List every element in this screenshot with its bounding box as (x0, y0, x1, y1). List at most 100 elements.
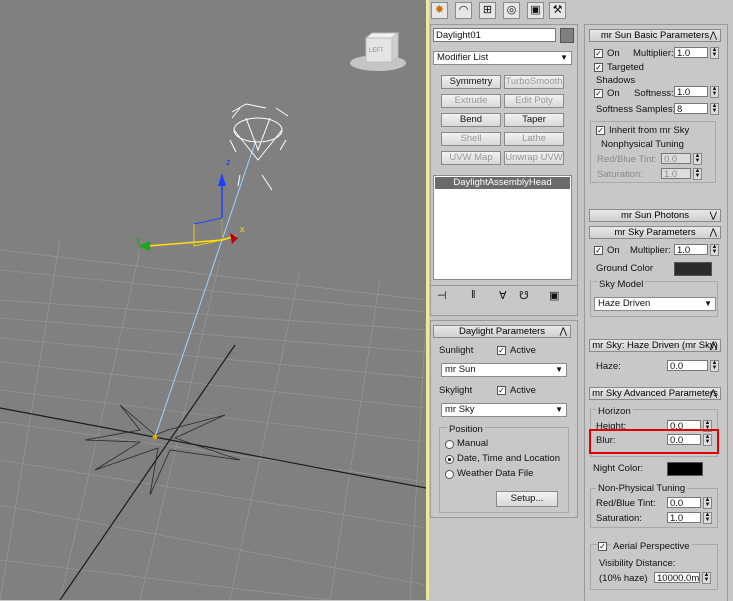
object-name-field[interactable]: Daylight01 (433, 28, 556, 42)
chevron-down-icon: ▼ (704, 299, 712, 308)
taper-button[interactable]: Taper (504, 113, 564, 127)
horizon-label: Horizon (596, 406, 633, 418)
utilities-icon[interactable]: ⚒ (549, 2, 566, 19)
spinner-icon[interactable]: ▲ ▼ (710, 103, 719, 115)
mr-sun-photons-rollout[interactable]: mr Sun Photons ⋁ (589, 209, 721, 222)
softness-samples-field[interactable]: 8 (674, 103, 708, 115)
modifier-panel: Daylight01 Modifier List ▼ Symmetry Turbo… (430, 24, 578, 316)
grid-axis-x (0, 407, 426, 489)
spinner-icon[interactable]: ▲ ▼ (710, 47, 719, 59)
remove-modifier-icon[interactable]: ☋ (519, 289, 529, 302)
haze-label: Haze: (596, 361, 621, 372)
sun-saturation-field[interactable]: 1.0 (661, 168, 691, 180)
configure-sets-icon[interactable]: ▣ (549, 289, 559, 302)
modify-icon[interactable]: ◠ (455, 2, 472, 19)
skylight-active-checkbox[interactable]: ✓ (497, 386, 506, 395)
modifier-list-dropdown[interactable]: Modifier List ▼ (433, 51, 572, 65)
sky-on-checkbox[interactable]: ✓ (594, 246, 603, 255)
modifier-stack[interactable]: DaylightAssemblyHead (433, 175, 572, 280)
chevron-up-icon: ⋀ (709, 340, 717, 350)
chevron-up-icon: ⋀ (559, 326, 567, 336)
skylight-label: Skylight (439, 385, 473, 396)
viewport[interactable]: z y x LEFT (0, 0, 426, 600)
sun-on-checkbox[interactable]: ✓ (594, 49, 603, 58)
aerial-perspective-checkbox[interactable]: ✓ (598, 542, 607, 551)
weather-data-file-label: Weather Data File (457, 468, 534, 479)
spinner-icon[interactable]: ▲ ▼ (693, 168, 702, 180)
show-end-result-icon[interactable]: ‖ (471, 289, 476, 301)
sunlight-active-checkbox[interactable]: ✓ (497, 346, 506, 355)
inherit-checkbox[interactable]: ✓ (596, 126, 605, 135)
stack-item[interactable]: DaylightAssemblyHead (435, 177, 570, 189)
object-color-swatch[interactable] (560, 28, 574, 43)
adv-redblue-field[interactable]: 0.0 (667, 497, 701, 509)
hierarchy-icon[interactable]: ⊞ (479, 2, 496, 19)
make-unique-icon[interactable]: ∀ (499, 289, 507, 302)
symmetry-button[interactable]: Symmetry (441, 75, 501, 89)
shadows-label: Shadows (596, 75, 636, 86)
sun-multiplier-field[interactable]: 1.0 (674, 47, 708, 59)
softness-samples-label: Softness Samples: (596, 104, 676, 115)
manual-radio[interactable] (445, 440, 454, 449)
date-time-location-label: Date, Time and Location (457, 453, 560, 464)
spinner-icon[interactable]: ▲ ▼ (710, 244, 719, 256)
spinner-icon[interactable]: ▲ ▼ (702, 572, 711, 584)
sky-multiplier-field[interactable]: 1.0 (674, 244, 708, 256)
daylight-parameters-rollout[interactable]: Daylight Parameters ⋀ (433, 325, 571, 338)
setup-button[interactable]: Setup... (496, 491, 558, 507)
turbosmooth-button[interactable]: TurboSmooth (504, 75, 564, 89)
shell-button[interactable]: Shell (441, 132, 501, 146)
extrude-button[interactable]: Extrude (441, 94, 501, 108)
chevron-up-icon: ⋀ (709, 388, 717, 398)
sky-on-label: On (607, 245, 620, 256)
night-color-swatch[interactable] (667, 462, 703, 476)
haze-field[interactable]: 0.0 (667, 360, 708, 372)
pin-stack-icon[interactable]: ⊣ (437, 289, 447, 302)
aerial-perspective-label: Aerial Perspective (611, 541, 692, 553)
display-icon[interactable]: ▣ (527, 2, 544, 19)
motion-icon[interactable]: ◎ (503, 2, 520, 19)
ground-color-swatch[interactable] (674, 262, 712, 276)
axis-x-label: x (240, 224, 245, 234)
spinner-icon[interactable]: ▲ ▼ (703, 434, 712, 446)
command-panel-tabs: ✸ ◠ ⊞ ◎ ▣ ⚒ (431, 2, 581, 21)
spinner-icon[interactable]: ▲ ▼ (710, 360, 719, 372)
chevron-up-icon: ⋀ (709, 30, 717, 40)
spinner-icon[interactable]: ▲ ▼ (693, 153, 702, 165)
mr-sky-parameters-rollout[interactable]: mr Sky Parameters ⋀ (589, 226, 721, 239)
shadows-on-checkbox[interactable]: ✓ (594, 89, 603, 98)
date-time-location-radio[interactable] (445, 455, 454, 464)
axis-y-label: y (136, 235, 141, 245)
sky-dropdown[interactable]: mr Sky ▼ (441, 403, 567, 417)
sky-advanced-rollout[interactable]: mr Sky Advanced Parameters ⋀ (589, 387, 721, 400)
night-color-label: Night Color: (593, 463, 644, 474)
chevron-down-icon: ▼ (555, 365, 563, 374)
haze-driven-rollout[interactable]: mr Sky: Haze Driven (mr Sky) ⋀ (589, 339, 721, 352)
spinner-icon[interactable]: ▲ ▼ (703, 512, 712, 524)
adv-saturation-field[interactable]: 1.0 (667, 512, 701, 524)
sky-model-dropdown[interactable]: Haze Driven ▼ (594, 297, 716, 311)
inherit-label: Inherit from mr Sky (609, 125, 690, 136)
softness-field[interactable]: 1.0 (674, 86, 708, 98)
edit-poly-button[interactable]: Edit Poly (504, 94, 564, 108)
visibility-distance-field[interactable]: 10000.0m (654, 572, 700, 584)
create-icon[interactable]: ✸ (431, 2, 448, 19)
blur-label: Blur: (596, 435, 616, 446)
sun-redblue-field[interactable]: 0.0 (661, 153, 691, 165)
sun-multiplier-label: Multiplier: (633, 48, 674, 59)
spinner-icon[interactable]: ▲ ▼ (703, 497, 712, 509)
lathe-button[interactable]: Lathe (504, 132, 564, 146)
unwrap-uvw-button[interactable]: Unwrap UVW (504, 151, 564, 165)
targeted-checkbox[interactable]: ✓ (594, 63, 603, 72)
svg-text:LEFT: LEFT (369, 48, 384, 54)
chevron-down-icon: ▼ (555, 405, 563, 414)
blur-field[interactable]: 0.0 (667, 434, 701, 446)
viewcube[interactable]: LEFT (350, 31, 406, 71)
bend-button[interactable]: Bend (441, 113, 501, 127)
uvw-map-button[interactable]: UVW Map (441, 151, 501, 165)
spinner-icon[interactable]: ▲ ▼ (710, 86, 719, 98)
mr-sun-basic-rollout[interactable]: mr Sun Basic Parameters ⋀ (589, 29, 721, 42)
sun-redblue-label: Red/Blue Tint: (597, 154, 657, 165)
weather-data-file-radio[interactable] (445, 470, 454, 479)
sun-dropdown[interactable]: mr Sun ▼ (441, 363, 567, 377)
